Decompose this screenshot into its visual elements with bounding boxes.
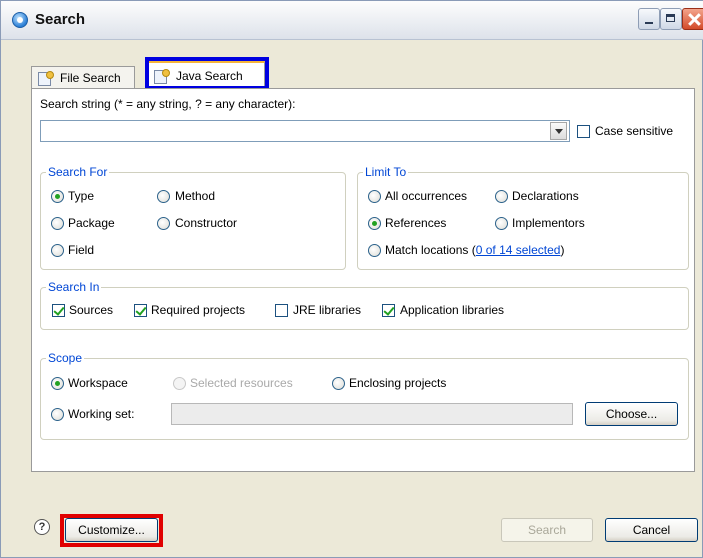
- minimize-button[interactable]: [638, 8, 660, 30]
- radio-constructor-label: Constructor: [175, 216, 238, 230]
- radio-constructor[interactable]: [157, 217, 170, 230]
- checkbox-required-projects-label: Required projects: [151, 303, 246, 317]
- customize-button-highlight: [60, 514, 163, 547]
- working-set-field: [171, 403, 573, 425]
- file-search-icon: [38, 70, 54, 86]
- radio-enclosing-projects-label: Enclosing projects: [349, 376, 447, 390]
- radio-declarations-label: Declarations: [512, 189, 579, 203]
- radio-type-label: Type: [68, 189, 95, 203]
- scope-group: [40, 358, 689, 440]
- checkbox-sources[interactable]: [52, 304, 65, 317]
- search-button[interactable]: Search: [501, 518, 593, 542]
- radio-declarations[interactable]: [495, 190, 508, 203]
- radio-match-locations[interactable]: [368, 244, 381, 257]
- radio-method-label: Method: [175, 189, 216, 203]
- case-sensitive-checkbox[interactable]: [577, 125, 590, 138]
- radio-workspace[interactable]: [51, 377, 64, 390]
- radio-implementors-label: Implementors: [512, 216, 585, 230]
- radio-working-set-label: Working set:: [68, 407, 135, 421]
- checkbox-application-libraries-label: Application libraries: [400, 303, 505, 317]
- radio-selected-resources[interactable]: [173, 377, 186, 390]
- radio-implementors[interactable]: [495, 217, 508, 230]
- radio-references[interactable]: [368, 217, 381, 230]
- tab-file-search[interactable]: File Search: [31, 66, 135, 88]
- tab-file-search-label: File Search: [60, 70, 121, 85]
- checkbox-application-libraries[interactable]: [382, 304, 395, 317]
- radio-type[interactable]: [51, 190, 64, 203]
- scope-title: Scope: [46, 351, 85, 365]
- radio-working-set[interactable]: [51, 408, 64, 421]
- java-search-tab-highlight: [145, 57, 269, 90]
- help-icon[interactable]: ?: [34, 519, 50, 535]
- radio-all-occurrences[interactable]: [368, 190, 381, 203]
- radio-workspace-label: Workspace: [68, 376, 128, 390]
- checkbox-required-projects[interactable]: [134, 304, 147, 317]
- radio-match-locations-text: Match locations (0 of 14 selected): [385, 243, 564, 257]
- checkbox-jre-libraries[interactable]: [275, 304, 288, 317]
- title-bar[interactable]: Search: [1, 1, 703, 40]
- radio-all-occurrences-label: All occurrences: [385, 189, 468, 203]
- radio-package[interactable]: [51, 217, 64, 230]
- search-in-title: Search In: [46, 280, 102, 294]
- search-app-icon: [12, 12, 28, 28]
- window-title: Search: [35, 11, 86, 28]
- search-dialog: Search File Search Java Search Search st…: [0, 0, 703, 558]
- search-string-input[interactable]: [40, 120, 570, 142]
- close-button[interactable]: [682, 8, 703, 30]
- choose-button[interactable]: Choose...: [585, 402, 678, 426]
- match-locations-link[interactable]: 0 of 14 selected: [476, 243, 561, 257]
- paren-close: ): [560, 243, 565, 257]
- radio-method[interactable]: [157, 190, 170, 203]
- radio-package-label: Package: [68, 216, 115, 230]
- search-string-label: Search string (* = any string, ? = any c…: [40, 97, 296, 111]
- checkbox-jre-libraries-label: JRE libraries: [293, 303, 362, 317]
- maximize-button[interactable]: [660, 8, 682, 30]
- chevron-down-icon[interactable]: [550, 122, 567, 140]
- radio-enclosing-projects[interactable]: [332, 377, 345, 390]
- checkbox-sources-label: Sources: [69, 303, 114, 317]
- limit-to-title: Limit To: [363, 165, 409, 179]
- case-sensitive-label: Case sensitive: [595, 124, 674, 138]
- radio-field[interactable]: [51, 244, 64, 257]
- radio-field-label: Field: [68, 243, 95, 257]
- radio-selected-resources-label: Selected resources: [190, 376, 293, 390]
- radio-match-locations-label: Match locations: [385, 243, 469, 257]
- search-for-title: Search For: [46, 165, 110, 179]
- cancel-button[interactable]: Cancel: [605, 518, 698, 542]
- radio-references-label: References: [385, 216, 447, 230]
